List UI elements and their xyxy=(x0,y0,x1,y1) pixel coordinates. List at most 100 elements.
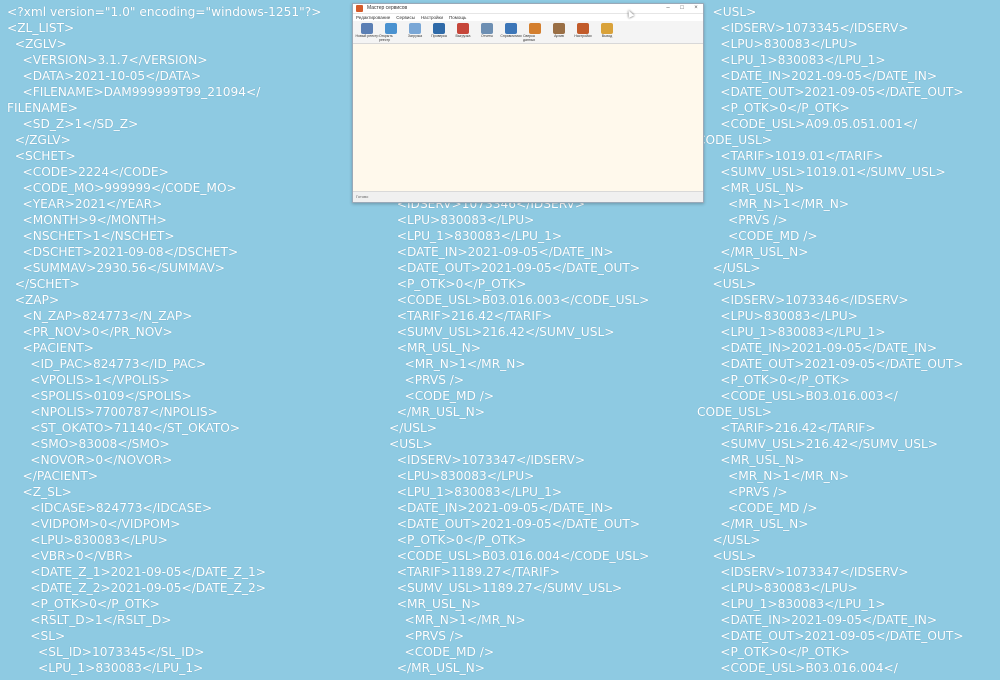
xml-line: <P_OTK>0</P_OTK> xyxy=(389,533,527,547)
toolbar-button[interactable]: Новый реестр xyxy=(355,21,379,43)
xml-line: <SUMV_USL>1189.27</SUMV_USL> xyxy=(389,581,623,595)
toolbar-button-icon xyxy=(361,23,373,34)
xml-line: <CODE>2224</CODE> xyxy=(7,165,169,179)
maximize-icon[interactable]: □ xyxy=(675,4,689,13)
xml-line: <CODE_USL>B03.016.004</ xyxy=(697,661,898,675)
toolbar-button-icon xyxy=(409,23,421,34)
toolbar-button[interactable]: Сверка данных xyxy=(523,21,547,43)
xml-line: <DATA>2021-10-05</DATA> xyxy=(7,69,202,83)
xml-line: <DATE_Z_1>2021-09-05</DATE_Z_1> xyxy=(7,565,267,579)
menu-item[interactable]: Настройки xyxy=(421,15,443,20)
xml-line: <LPU_1>830083</LPU_1> xyxy=(389,485,563,499)
xml-line: <P_OTK>0</P_OTK> xyxy=(697,645,850,659)
xml-line: <DATE_Z_2>2021-09-05</DATE_Z_2> xyxy=(7,581,267,595)
xml-line: </MR_USL_N> xyxy=(697,245,809,259)
xml-line: <IDSERV>1073347</IDSERV> xyxy=(697,565,909,579)
xml-line: <SD_Z>1</SD_Z> xyxy=(7,117,139,131)
toolbar-button[interactable]: Выгрузка xyxy=(451,21,475,43)
xml-line: </USL> xyxy=(697,261,761,275)
toolbar-button-icon xyxy=(577,23,589,34)
toolbar-button[interactable]: Выход xyxy=(595,21,619,43)
toolbar-button-label: Настройки xyxy=(574,34,592,38)
xml-line: <DATE_IN>2021-09-05</DATE_IN> xyxy=(389,501,614,515)
xml-line: <ID_PAC>824773</ID_PAC> xyxy=(7,357,207,371)
xml-line: <ZAP> xyxy=(7,293,60,307)
xml-line: <LPU>830083</LPU> xyxy=(697,581,858,595)
xml-line: <LPU_1>830083</LPU_1> xyxy=(697,597,886,611)
xml-line: <LPU>830083</LPU> xyxy=(697,37,858,51)
xml-line: </ZGLV> xyxy=(7,133,71,147)
toolbar-button-label: Проверка xyxy=(431,34,447,38)
xml-line: <PRVS /> xyxy=(389,629,465,643)
xml-line: <SUMV_USL>216.42</SUMV_USL> xyxy=(697,437,938,451)
toolbar-button-icon xyxy=(601,23,613,34)
xml-line: <DATE_IN>2021-09-05</DATE_IN> xyxy=(389,245,614,259)
toolbar-button-icon xyxy=(529,23,541,34)
toolbar-button[interactable]: Проверка xyxy=(427,21,451,43)
xml-line: </MR_USL_N> xyxy=(697,517,809,531)
xml-line: <P_OTK>0</P_OTK> xyxy=(697,373,850,387)
xml-line: <TARIF>216.42</TARIF> xyxy=(389,309,553,323)
xml-line: <DSCHET>2021-09-08</DSCHET> xyxy=(7,245,239,259)
xml-line: <PRVS /> xyxy=(697,213,788,227)
xml-line: <DATE_OUT>2021-09-05</DATE_OUT> xyxy=(697,85,964,99)
xml-line: <?xml version="1.0" encoding="windows-12… xyxy=(7,5,322,19)
toolbar-button-label: Отчеты xyxy=(480,34,494,38)
xml-line: <SL_ID>1073345</SL_ID> xyxy=(7,645,205,659)
xml-line: CODE_USL> xyxy=(697,405,772,419)
xml-line: <MR_USL_N> xyxy=(697,181,805,195)
xml-line: <USL> xyxy=(697,549,757,563)
menu-item[interactable]: Сервисы xyxy=(396,15,415,20)
toolbar-button[interactable]: Отчеты xyxy=(475,21,499,43)
xml-line: <TARIF>216.42</TARIF> xyxy=(697,421,876,435)
xml-text-column-right: <USL> <IDSERV>1073345</IDSERV> <LPU>8300… xyxy=(697,4,964,676)
toolbar-button[interactable]: Загрузка xyxy=(403,21,427,43)
xml-line: <VERSION>3.1.7</VERSION> xyxy=(7,53,208,67)
xml-line: </MR_USL_N> xyxy=(389,661,486,675)
xml-line: <MR_USL_N> xyxy=(389,597,481,611)
close-icon[interactable]: × xyxy=(689,4,703,13)
toolbar-button-icon xyxy=(505,23,517,34)
xml-line: <LPU>830083</LPU> xyxy=(7,533,168,547)
toolbar-button-icon xyxy=(553,23,565,34)
status-bar: Готово xyxy=(353,191,703,202)
xml-line: <LPU>830083</LPU> xyxy=(389,469,535,483)
toolbar-button-icon xyxy=(433,23,445,34)
xml-line: <SUMV_USL>1019.01</SUMV_USL> xyxy=(697,165,946,179)
xml-line: <USL> xyxy=(697,277,757,291)
xml-line: <DATE_OUT>2021-09-05</DATE_OUT> xyxy=(697,357,964,371)
xml-line: <SUMV_USL>216.42</SUMV_USL> xyxy=(389,325,615,339)
app-window[interactable]: Мастер сервисов – □ × Редактирование Серв… xyxy=(352,3,704,203)
toolbar-button[interactable]: Справочники xyxy=(499,21,523,43)
xml-line: <SL> xyxy=(7,629,66,643)
menu-item[interactable]: Помощь xyxy=(449,15,466,20)
xml-line: <LPU>830083</LPU> xyxy=(389,213,535,227)
toolbar-button[interactable]: Настройки xyxy=(571,21,595,43)
xml-line: <YEAR>2021</YEAR> xyxy=(7,197,163,211)
xml-line: <CODE_MO>999999</CODE_MO> xyxy=(7,181,237,195)
xml-line: <USL> xyxy=(389,437,433,451)
xml-line: <FILENAME>DAM999999T99_21094</ xyxy=(7,85,261,99)
toolbar-button[interactable]: Открыть реестр xyxy=(379,21,403,43)
toolbar-button-label: Открыть реестр xyxy=(379,34,393,42)
xml-line: <SUMMAV>2930.56</SUMMAV> xyxy=(7,261,226,275)
menu-item[interactable]: Редактирование xyxy=(356,15,390,20)
xml-line: </SCHET> xyxy=(7,277,80,291)
toolbar-button-label: Выгрузка xyxy=(455,34,471,38)
xml-line: <RSLT_D>1</RSLT_D> xyxy=(7,613,172,627)
xml-line: </USL> xyxy=(697,533,761,547)
xml-line: <SMO>83008</SMO> xyxy=(7,437,170,451)
xml-line: <CODE_MD /> xyxy=(697,229,818,243)
xml-line: <VPOLIS>1</VPOLIS> xyxy=(7,373,170,387)
toolbar-button[interactable]: Архив xyxy=(547,21,571,43)
xml-line: <VIDPOM>0</VIDPOM> xyxy=(7,517,181,531)
xml-line: <TARIF>1189.27</TARIF> xyxy=(389,565,560,579)
xml-line: <CODE_MD /> xyxy=(389,645,495,659)
window-titlebar[interactable]: Мастер сервисов – □ × xyxy=(353,4,703,14)
xml-line: <IDSERV>1073345</IDSERV> xyxy=(697,21,909,35)
xml-line: <NOVOR>0</NOVOR> xyxy=(7,453,173,467)
xml-line: <MR_N>1</MR_N> xyxy=(697,469,850,483)
toolbar-button-label: Сверка данных xyxy=(523,34,536,42)
minimize-icon[interactable]: – xyxy=(661,4,675,13)
xml-line: <MR_USL_N> xyxy=(389,341,481,355)
